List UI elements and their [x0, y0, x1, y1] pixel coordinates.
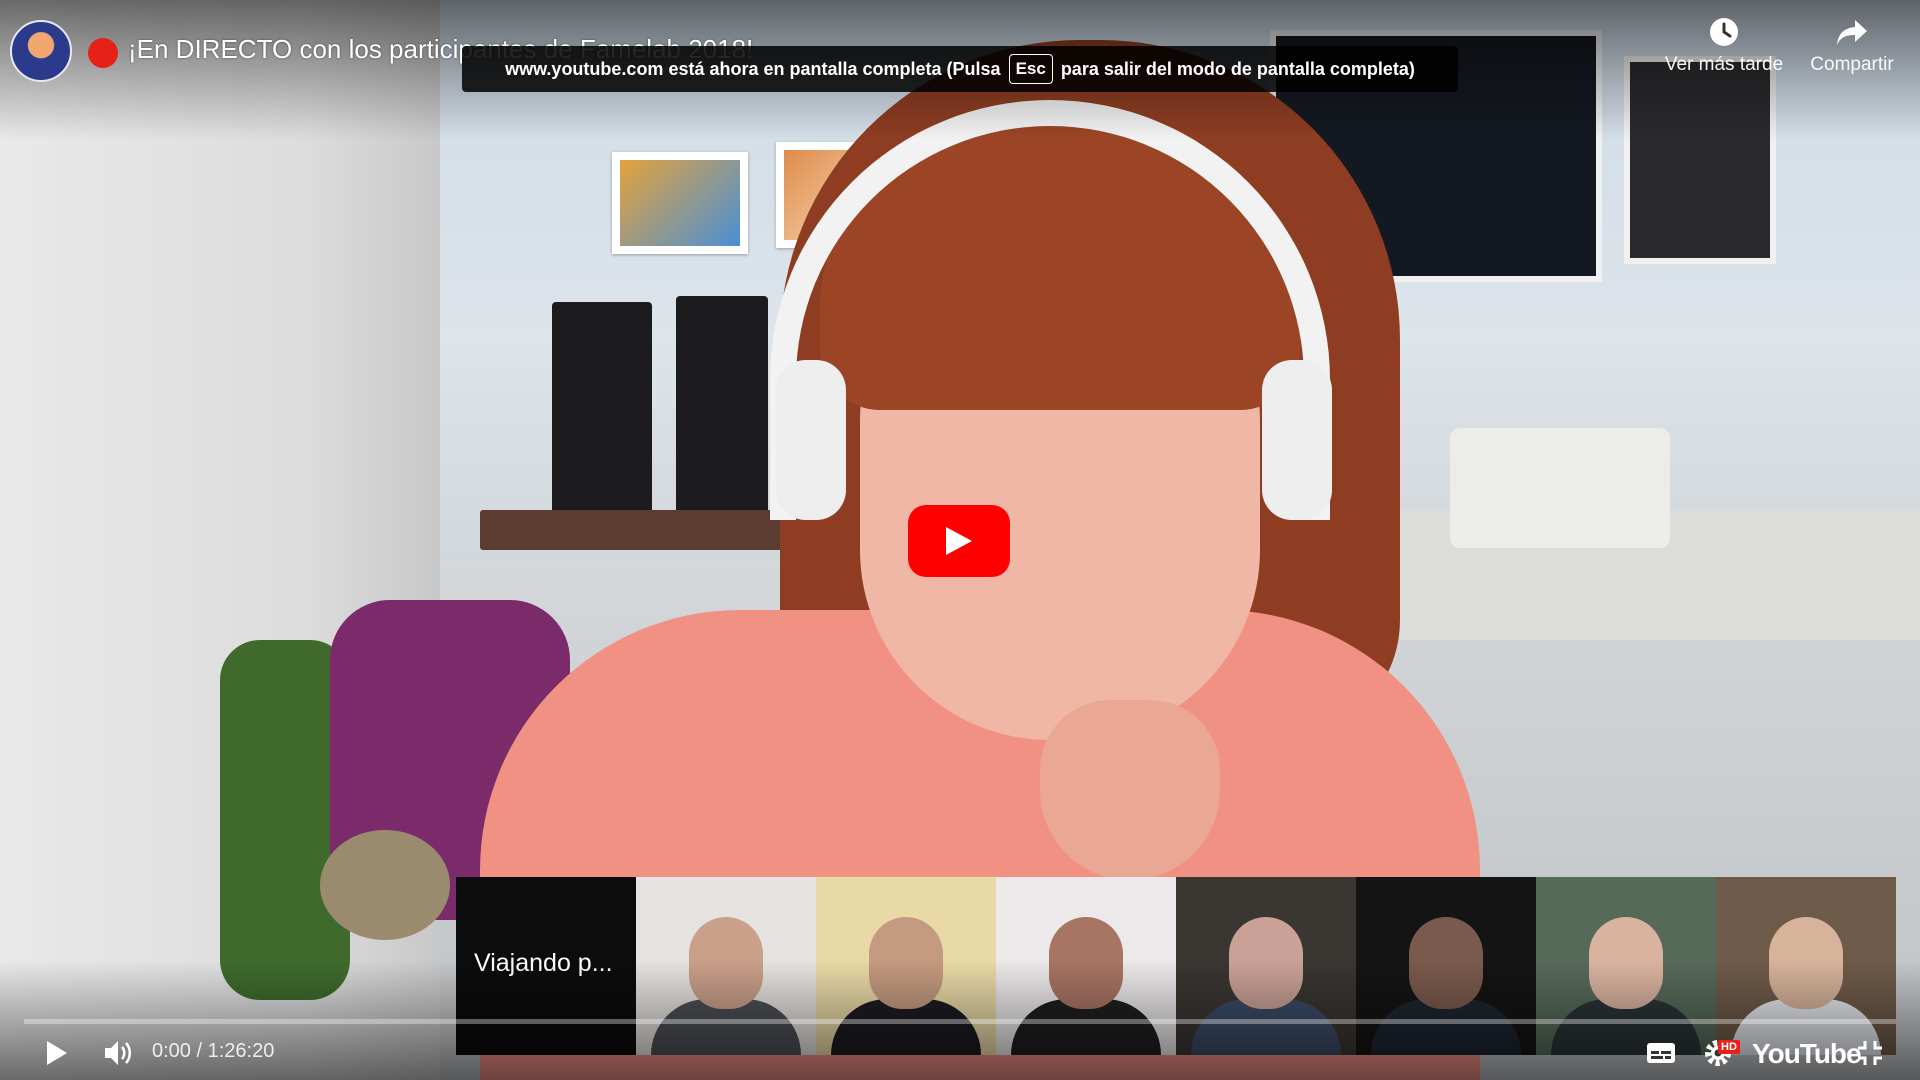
mute-button[interactable]: [100, 1032, 138, 1074]
watch-later-button[interactable]: Ver más tarde: [1664, 16, 1784, 76]
clock-icon: [1710, 18, 1738, 46]
time-display: 0:00 / 1:26:20: [152, 1040, 275, 1062]
play-icon: [946, 527, 972, 555]
share-label: Compartir: [1810, 54, 1894, 75]
headphone-earcup-right: [1262, 360, 1332, 520]
presenter-hand: [1040, 700, 1220, 880]
exit-fullscreen-button[interactable]: [1852, 1032, 1888, 1074]
fullscreen-notice: www.youtube.com está ahora en pantalla c…: [462, 46, 1458, 92]
fullscreen-notice-suffix: para salir del modo de pantalla completa…: [1060, 58, 1415, 79]
youtube-logo[interactable]: YouTube: [1752, 1038, 1862, 1070]
wall-picture: [612, 152, 748, 254]
fullscreen-notice-prefix: www.youtube.com está ahora en pantalla c…: [505, 58, 1001, 79]
printer: [1450, 428, 1670, 548]
share-arrow-icon: [1837, 20, 1867, 45]
play-icon: [47, 1041, 67, 1065]
subtitles-button[interactable]: [1644, 1032, 1678, 1074]
plush-toy: [320, 830, 450, 940]
exit-fullscreen-icon: [1858, 1041, 1882, 1065]
volume-icon: [105, 1041, 131, 1065]
large-play-button[interactable]: [908, 505, 1010, 577]
speaker: [676, 296, 768, 516]
live-indicator-icon: [88, 38, 118, 68]
hd-badge: HD: [1718, 1040, 1740, 1054]
play-button[interactable]: [40, 1032, 74, 1074]
subtitles-icon: [1647, 1043, 1675, 1063]
progress-bar[interactable]: [24, 1019, 1896, 1024]
esc-key-hint: Esc: [1008, 54, 1053, 84]
channel-avatar[interactable]: [10, 20, 72, 82]
share-button[interactable]: Compartir: [1792, 16, 1912, 76]
pc-tower: [552, 302, 652, 522]
headphone-earcup-left: [776, 360, 846, 520]
watch-later-label: Ver más tarde: [1664, 54, 1784, 75]
